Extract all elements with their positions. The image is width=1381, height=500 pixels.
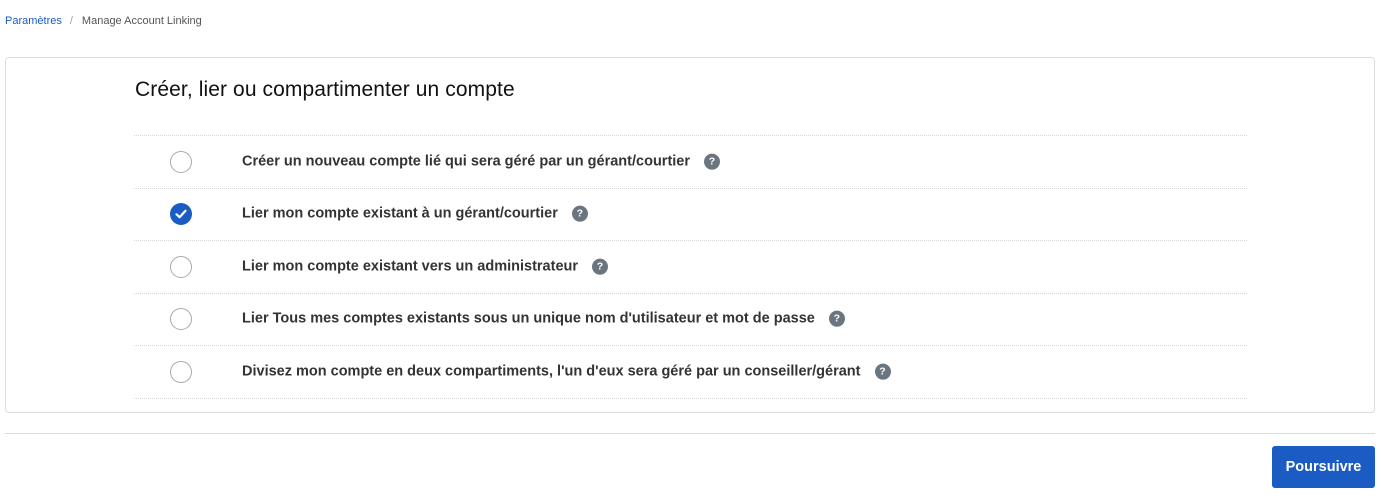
question-circle-icon[interactable]: ? [828,310,845,327]
radio-button[interactable] [170,308,192,331]
option-link-all-accounts[interactable]: Lier Tous mes comptes existants sous un … [134,294,1247,346]
option-label: Lier mon compte existant vers un adminis… [242,258,579,275]
account-linking-card: Créer, lier ou compartimenter un compte … [5,57,1375,413]
question-circle-icon[interactable]: ? [571,205,588,222]
question-circle-icon[interactable]: ? [592,258,609,275]
radio-button[interactable] [170,360,192,383]
option-create-linked-account[interactable]: Créer un nouveau compte lié qui sera gér… [134,136,1247,189]
option-split-account[interactable]: Divisez mon compte en deux compartiments… [134,346,1247,399]
option-link-existing-to-broker[interactable]: Lier mon compte existant à un gérant/cou… [134,189,1247,241]
option-label: Lier Tous mes comptes existants sous un … [242,310,815,327]
option-link-existing-to-admin[interactable]: Lier mon compte existant vers un adminis… [134,241,1247,294]
option-label: Lier mon compte existant à un gérant/cou… [242,205,558,222]
option-label: Divisez mon compte en deux compartiments… [242,363,861,380]
footer-divider [5,433,1375,434]
card-title: Créer, lier ou compartimenter un compte [135,78,515,101]
breadcrumb-current: Manage Account Linking [81,15,202,27]
question-circle-icon[interactable]: ? [874,363,891,380]
option-label: Créer un nouveau compte lié qui sera gér… [242,153,691,170]
radio-button[interactable] [170,255,192,278]
linking-options-list: Créer un nouveau compte lié qui sera gér… [134,135,1247,399]
breadcrumb: Paramètres / Manage Account Linking [5,14,202,28]
breadcrumb-separator: / [69,15,73,27]
question-circle-icon[interactable]: ? [704,153,721,170]
radio-button[interactable] [170,150,192,173]
breadcrumb-link-parametres[interactable]: Paramètres [5,14,62,28]
radio-button-checked[interactable] [170,203,192,226]
continue-button[interactable]: Poursuivre [1272,446,1375,488]
checkmark-icon [175,209,187,219]
